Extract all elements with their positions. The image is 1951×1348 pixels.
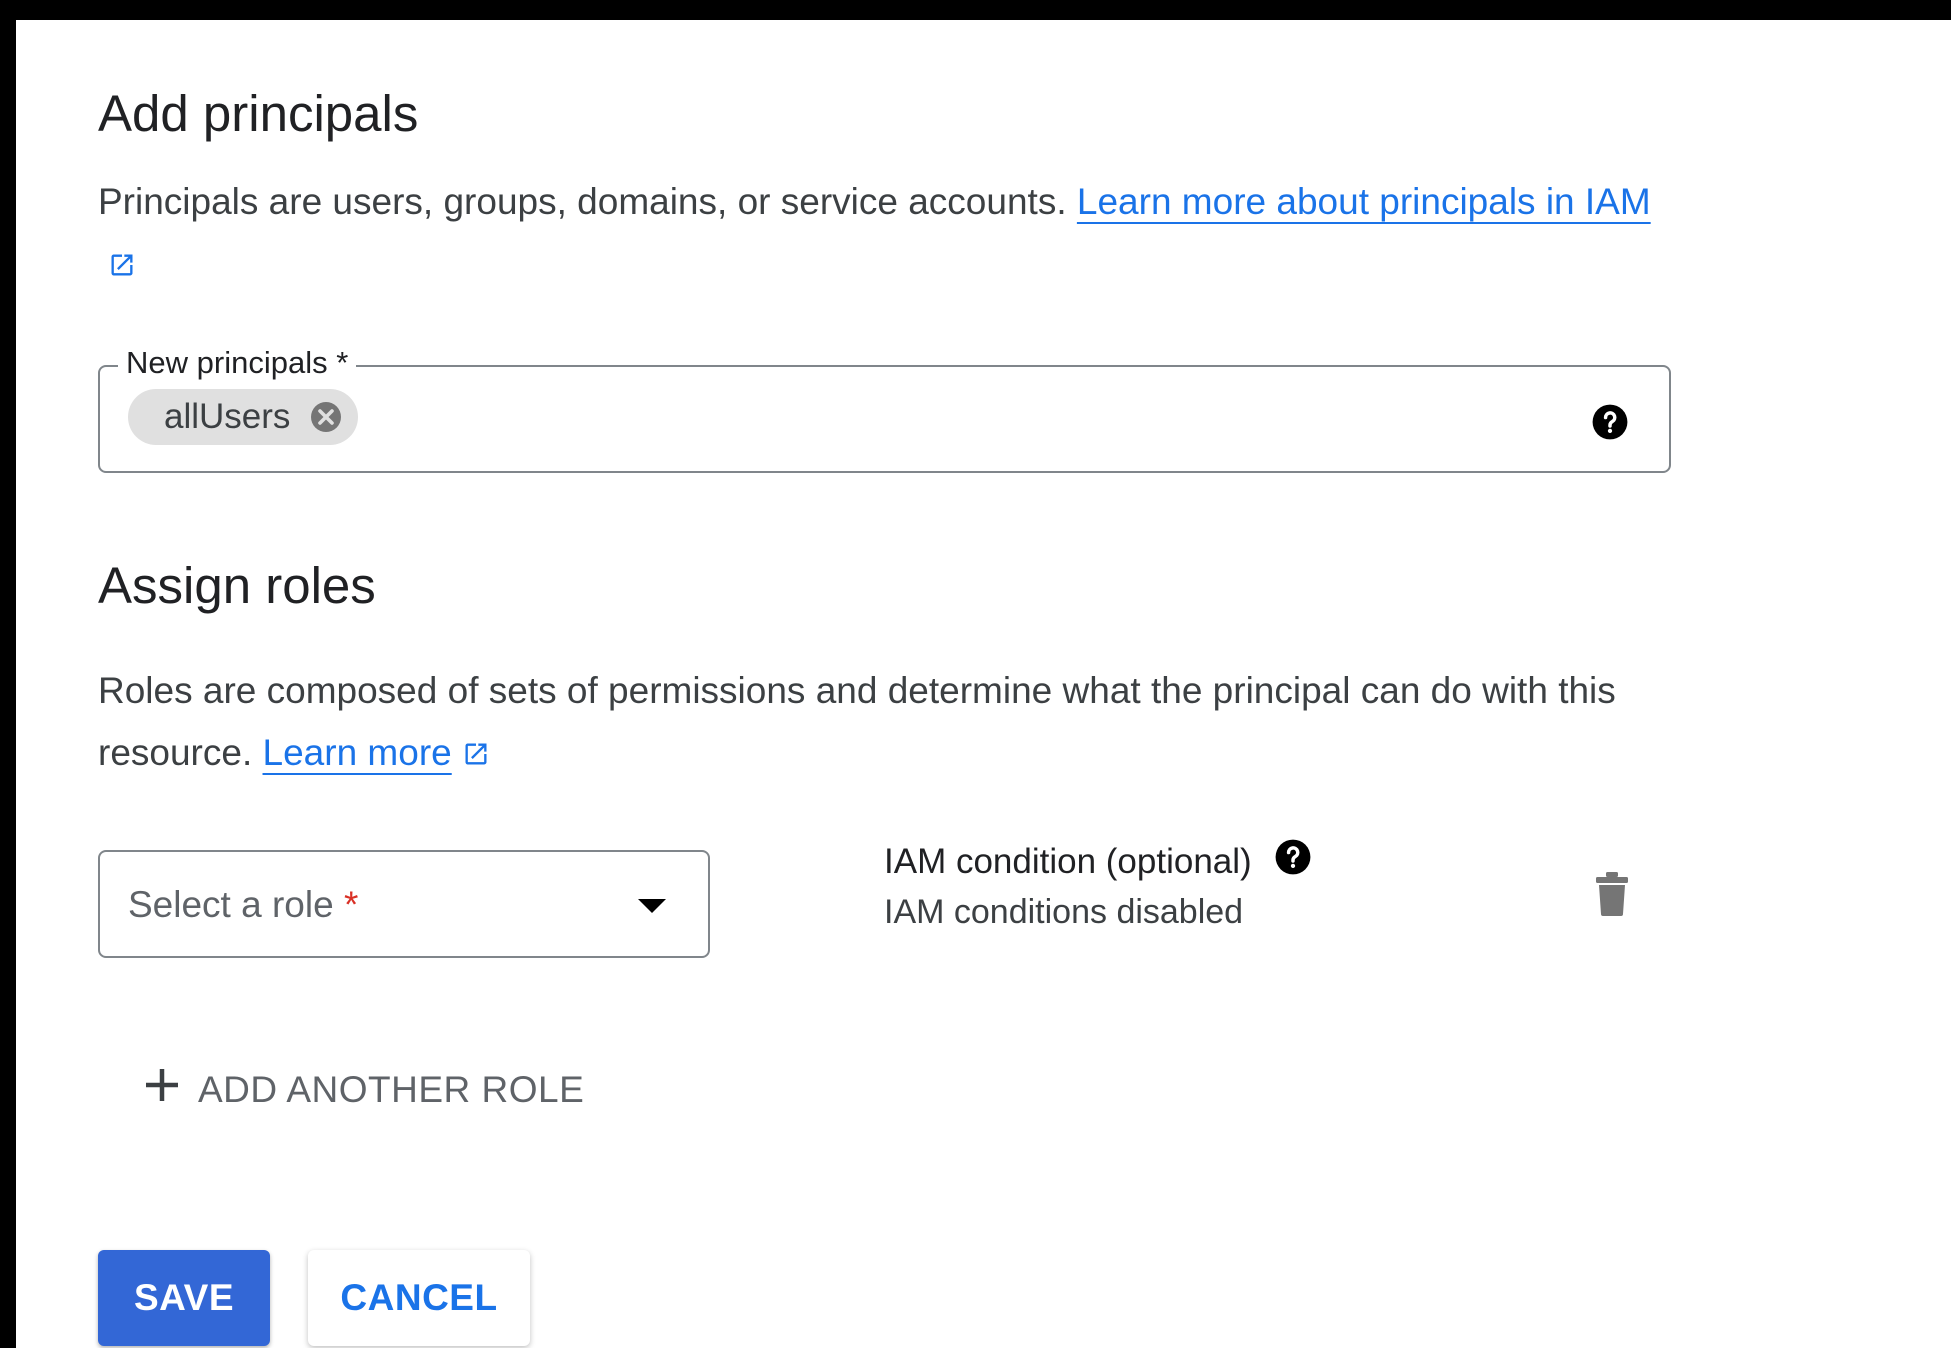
cancel-button[interactable]: CANCEL [308,1250,530,1346]
learn-more-roles-link[interactable]: Learn more [263,732,490,773]
role-select-placeholder: Select a role * [128,884,358,926]
plus-icon [142,1065,198,1114]
dialog-panel: Add principals Principals are users, gro… [0,0,1951,1348]
new-principals-field[interactable]: New principals * allUsers [98,343,1671,473]
add-principals-description: Principals are users, groups, domains, o… [98,171,1658,298]
add-another-role-label: ADD ANOTHER ROLE [198,1068,585,1110]
principal-chip-label: allUsers [164,397,291,436]
required-marker: * [343,884,359,925]
save-button[interactable]: SAVE [98,1250,270,1346]
assign-roles-description: Roles are composed of sets of permission… [98,660,1658,787]
iam-condition-title-text: IAM condition (optional) [884,841,1252,881]
iam-condition-title: IAM condition (optional) [884,838,1312,885]
help-icon[interactable] [1591,403,1629,446]
role-select[interactable]: Select a role * [98,850,710,958]
role-select-placeholder-text: Select a role [128,884,334,925]
assign-roles-heading: Assign roles [98,557,376,614]
open-in-new-icon [462,725,490,787]
add-principals-heading: Add principals [98,85,419,142]
add-another-role-button[interactable]: ADD ANOTHER ROLE [142,1065,584,1114]
chevron-down-icon [636,897,668,920]
learn-more-roles-link-text: Learn more [262,732,452,773]
help-icon[interactable] [1274,838,1312,885]
principal-chip: allUsers [128,389,359,445]
add-principals-description-text: Principals are users, groups, domains, o… [98,181,1067,222]
learn-more-principals-link-text: Learn more about principals in IAM [1076,181,1651,222]
trash-icon[interactable] [1594,872,1630,921]
new-principals-label: New principals * [118,343,357,383]
chip-remove-icon[interactable] [308,399,344,435]
iam-condition-status: IAM conditions disabled [884,893,1244,931]
open-in-new-icon [108,236,136,298]
